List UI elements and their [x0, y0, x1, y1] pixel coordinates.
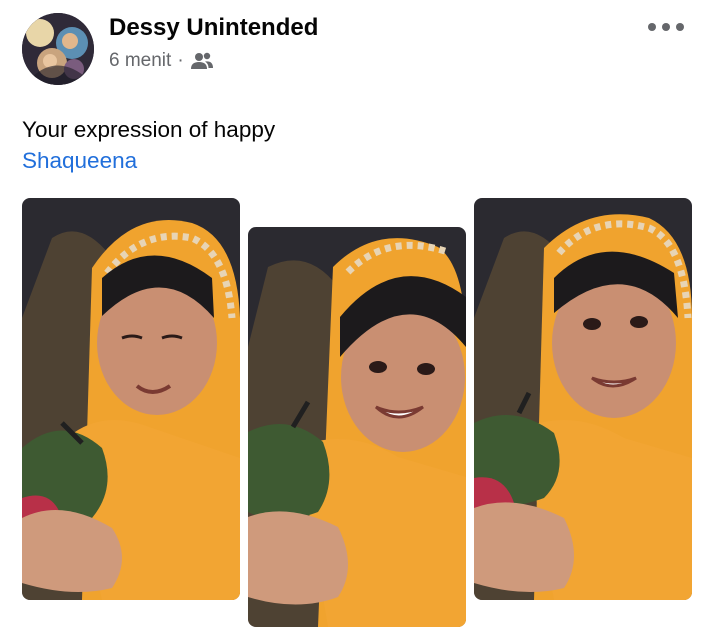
photo-3[interactable]	[474, 198, 692, 600]
avatar-image	[22, 13, 94, 85]
more-options-icon[interactable]	[648, 18, 684, 36]
dot	[662, 23, 670, 31]
dot	[676, 23, 684, 31]
timestamp[interactable]: 6 menit	[109, 50, 171, 72]
photo-1-image	[22, 198, 240, 600]
photo-2-image	[248, 227, 466, 627]
post-text: Your expression of happy	[22, 117, 276, 142]
mention-link[interactable]: Shaqueena	[22, 146, 137, 176]
photo-2[interactable]	[248, 227, 466, 627]
avatar[interactable]	[22, 13, 94, 85]
photo-1[interactable]	[22, 198, 240, 600]
photo-3-image	[474, 198, 692, 600]
dot	[648, 23, 656, 31]
separator: ·	[177, 50, 184, 71]
friends-icon[interactable]	[190, 52, 214, 70]
post-meta: 6 menit ·	[109, 50, 214, 72]
author-name[interactable]: Dessy Unintended	[109, 14, 318, 42]
